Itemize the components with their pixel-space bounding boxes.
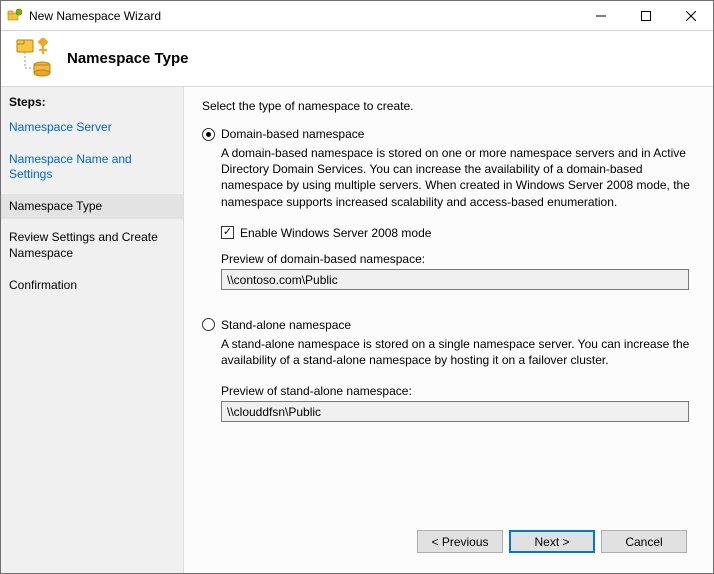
previous-button[interactable]: < Previous <box>417 530 503 553</box>
checkbox-icon: ✓ <box>221 226 234 239</box>
step-review: Review Settings and Create Namespace <box>1 225 183 266</box>
page-title: Namespace Type <box>67 50 188 67</box>
wizard-window: New Namespace Wizard <box>0 0 714 574</box>
namespace-icon <box>15 38 57 80</box>
titlebar: New Namespace Wizard <box>1 1 713 31</box>
steps-heading: Steps: <box>1 92 183 115</box>
step-namespace-type[interactable]: Namespace Type <box>1 194 183 220</box>
app-icon <box>7 8 23 24</box>
step-confirmation: Confirmation <box>1 273 183 299</box>
radio-button-icon <box>202 318 215 331</box>
steps-sidebar: Steps: Namespace Server Namespace Name a… <box>1 87 184 573</box>
window-title: New Namespace Wizard <box>29 9 578 23</box>
option-domain-based: Domain-based namespace A domain-based na… <box>202 127 693 290</box>
radio-domain-based[interactable]: Domain-based namespace <box>202 127 693 141</box>
cancel-button[interactable]: Cancel <box>601 530 687 553</box>
minimize-button[interactable] <box>578 1 623 30</box>
next-button[interactable]: Next > <box>509 530 595 553</box>
radio-button-icon <box>202 128 215 141</box>
domain-description: A domain-based namespace is stored on on… <box>221 145 693 210</box>
domain-preview-value: \\contoso.com\Public <box>221 269 689 290</box>
step-namespace-name[interactable]: Namespace Name and Settings <box>1 147 183 188</box>
checkbox-2008-label: Enable Windows Server 2008 mode <box>240 226 431 240</box>
window-controls <box>578 1 713 30</box>
radio-standalone[interactable]: Stand-alone namespace <box>202 318 693 332</box>
close-button[interactable] <box>668 1 713 30</box>
step-namespace-server[interactable]: Namespace Server <box>1 115 183 141</box>
domain-preview-label: Preview of domain-based namespace: <box>221 252 693 266</box>
standalone-preview-label: Preview of stand-alone namespace: <box>221 384 693 398</box>
content-pane: Select the type of namespace to create. … <box>184 87 713 573</box>
standalone-description: A stand-alone namespace is stored on a s… <box>221 336 693 368</box>
instruction-text: Select the type of namespace to create. <box>202 99 693 113</box>
option-standalone: Stand-alone namespace A stand-alone name… <box>202 318 693 422</box>
standalone-preview-value: \\clouddfsn\Public <box>221 401 689 422</box>
wizard-body: Steps: Namespace Server Namespace Name a… <box>1 87 713 573</box>
radio-domain-label: Domain-based namespace <box>221 127 364 141</box>
wizard-buttons: < Previous Next > Cancel <box>202 518 693 563</box>
checkbox-2008-mode[interactable]: ✓ Enable Windows Server 2008 mode <box>221 226 693 240</box>
radio-standalone-label: Stand-alone namespace <box>221 318 351 332</box>
maximize-button[interactable] <box>623 1 668 30</box>
wizard-header: Namespace Type <box>1 31 713 87</box>
